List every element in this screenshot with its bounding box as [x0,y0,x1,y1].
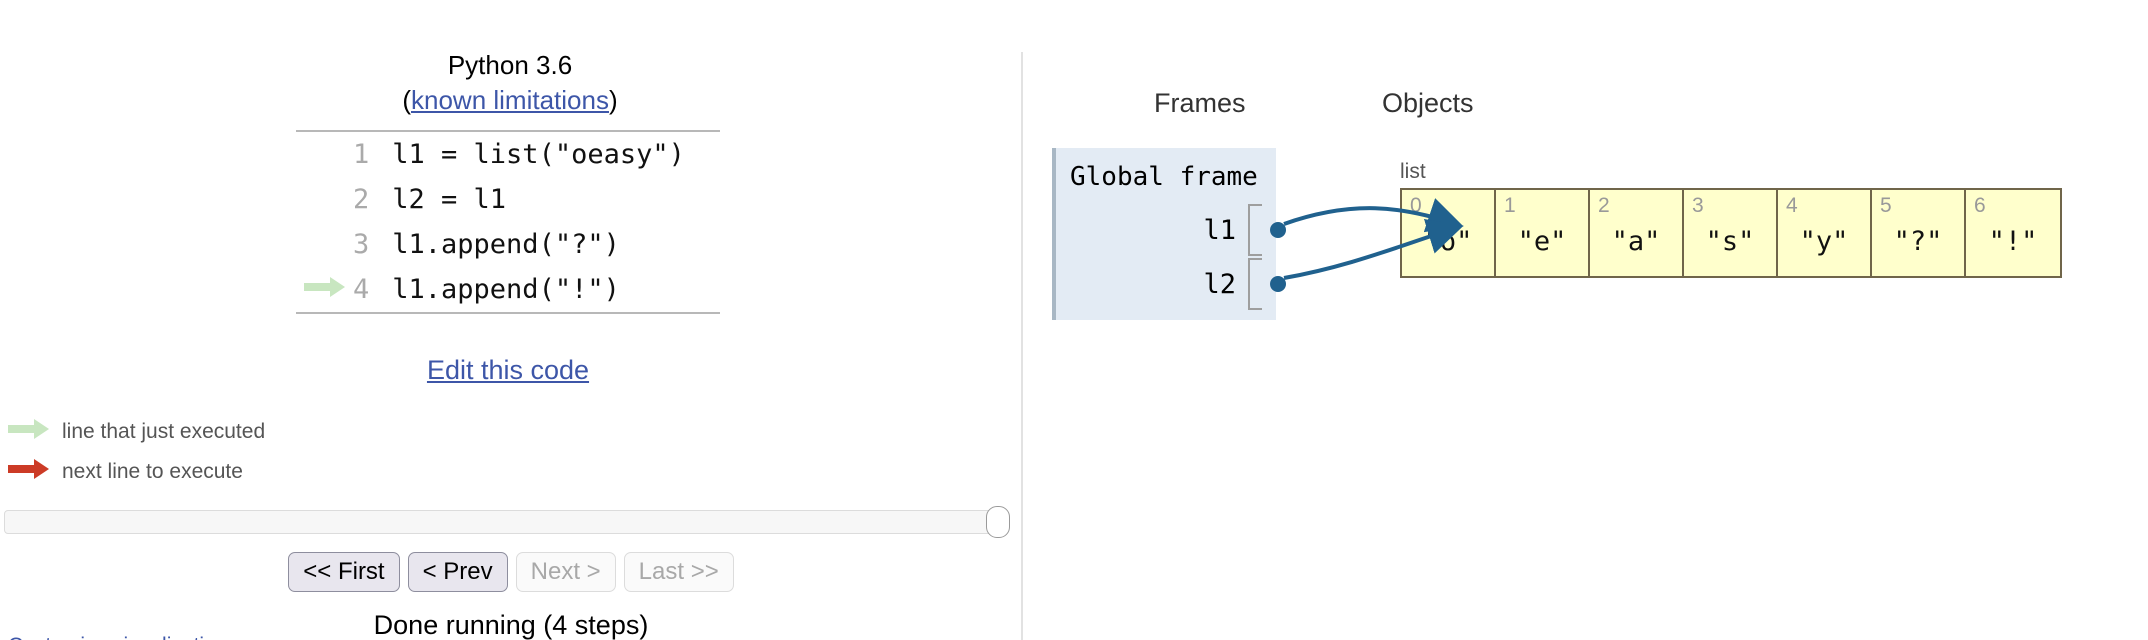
variable-name-l1: l1 [1203,214,1236,246]
list-cell: 4 "y" [1778,190,1872,276]
list-cell: 1 "e" [1496,190,1590,276]
python-tutor-visualizer: Python 3.6 (known limitations) 1 l1 = lis… [0,0,2148,640]
execution-step-slider[interactable] [4,506,1010,538]
code-line-text: l1.append("?") [392,229,620,260]
global-frame-title: Global frame [1070,162,1258,192]
code-line-text: l1.append("!") [392,274,620,305]
list-cell: 0 "o" [1402,190,1496,276]
list-cell: 6 "!" [1966,190,2060,276]
list-cell-value: "y" [1799,226,1849,257]
pointer-dot-l2 [1270,276,1286,292]
global-frame-box: Global frame l1 l2 [1052,148,1286,320]
object-type-label: list [1400,160,1426,183]
code-line-text: l1 = list("oeasy") [392,139,685,170]
list-cell-value: "!" [1988,226,2038,257]
red-arrow-icon [8,458,50,486]
code-line-row: 1 l1 = list("oeasy") [296,132,720,177]
list-cell-index: 0 [1410,194,1422,217]
frames-header: Frames [1154,88,1246,118]
known-limitations-link[interactable]: known limitations [411,85,609,115]
code-line-number: 4 [353,274,370,305]
execution-legend: line that just executed next line to exe… [8,412,265,492]
python-version-header: Python 3.6 (known limitations) [295,48,725,117]
edit-this-code-link[interactable]: Edit this code [296,355,720,386]
list-cell-index: 6 [1974,194,1986,217]
list-cell: 3 "s" [1684,190,1778,276]
code-line-number: 2 [353,184,370,215]
variable-bracket-l2 [1248,258,1286,310]
code-line-marker [296,267,352,312]
list-cell-index: 4 [1786,194,1798,217]
code-lines-table: 1 l1 = list("oeasy") 2 l2 = l1 3 l1.append("?… [296,132,720,312]
list-cell: 5 "?" [1872,190,1966,276]
paren-open: ( [402,84,411,115]
customize-visualization-link[interactable]: Customize visualization [8,634,227,640]
pointer-dot-l1 [1270,222,1286,238]
green-arrow-icon [304,277,345,297]
python-version-label: Python 3.6 [447,50,573,80]
list-cell-value: "a" [1611,226,1661,257]
list-cell-index: 2 [1598,194,1610,217]
code-line-marker [296,177,352,222]
variable-bracket-l1 [1248,204,1286,256]
code-line-marker [296,222,352,267]
list-cell-value: "s" [1705,226,1755,257]
list-cell-index: 3 [1692,194,1704,217]
variable-row-l1: l1 [1203,204,1286,256]
code-line-text: l2 = l1 [392,184,507,215]
nav-button-prev[interactable]: < Prev [407,552,508,592]
list-object: 0 "o" 1 "e" 2 "a" 3 "s" 4 "y" 5 "?" 6 "!" [1400,188,2062,278]
code-line-row: 4 l1.append("!") [296,267,720,312]
code-line-marker [296,132,352,177]
legend-label-just-executed: line that just executed [62,420,266,443]
code-display: 1 l1 = list("oeasy") 2 l2 = l1 3 l1.append("?… [296,130,720,314]
code-pane: Python 3.6 (known limitations) 1 l1 = lis… [0,0,1022,640]
visualization-pane: Frames Objects Global frame l1 l2 list 0… [1022,0,2148,640]
list-cell-value: "o" [1423,226,1473,257]
nav-button-next: Next > [515,552,616,592]
step-navigation-buttons: << First < Prev Next > Last >> [0,552,1022,592]
list-cell-index: 1 [1504,194,1516,217]
paren-close: ) [608,84,618,115]
legend-row-just-executed: line that just executed [8,412,265,452]
code-line-number: 1 [353,139,370,170]
list-cell: 2 "a" [1590,190,1684,276]
objects-header: Objects [1382,88,1474,118]
list-cell-index: 5 [1880,194,1892,217]
variable-name-l2: l2 [1203,268,1236,300]
code-bottom-rule [296,312,720,314]
code-line-number: 3 [353,229,370,260]
list-cell-value: "?" [1893,226,1943,257]
code-line-row: 3 l1.append("?") [296,222,720,267]
variable-row-l2: l2 [1203,258,1286,310]
green-arrow-icon [8,418,50,446]
legend-row-next-line: next line to execute [8,452,265,492]
slider-track[interactable] [4,510,1008,534]
known-limitations-line: (known limitations) [295,83,725,118]
list-cell-value: "e" [1517,226,1567,257]
nav-button-first[interactable]: << First [288,552,400,592]
code-line-row: 2 l2 = l1 [296,177,720,222]
slider-handle[interactable] [986,506,1010,538]
nav-button-last: Last >> [623,552,734,592]
legend-label-next-line: next line to execute [62,460,243,483]
